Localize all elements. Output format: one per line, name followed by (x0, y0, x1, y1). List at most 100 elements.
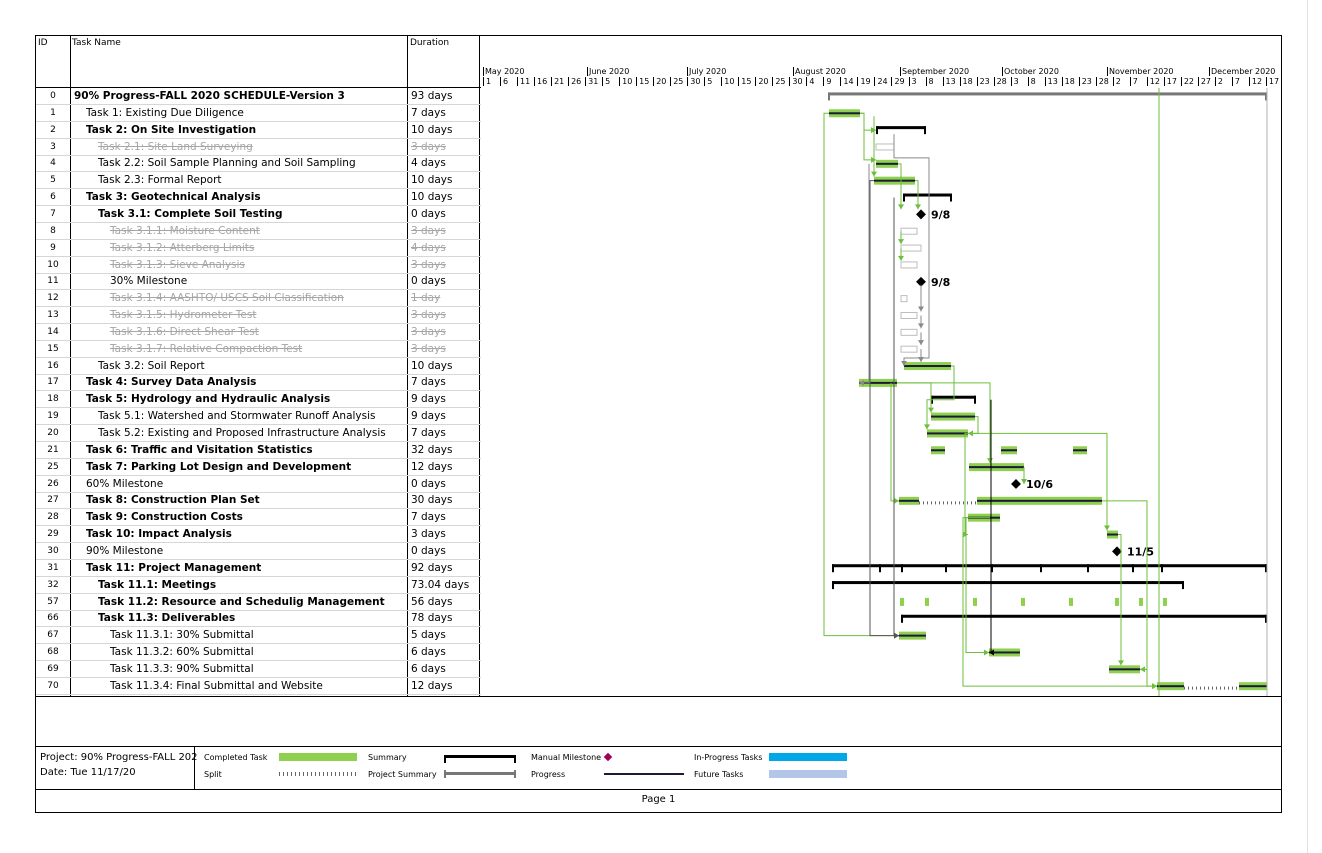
task-row[interactable]: 4 Task 2.2: Soil Sample Planning and Soil… (36, 155, 481, 173)
timescale-day: 8 (928, 77, 934, 86)
timescale-month-tick (793, 67, 794, 76)
timescale-day-tick (1265, 77, 1267, 86)
legend: Project: 90% Progress-FALL 202 Date: Tue… (36, 746, 1281, 791)
task-row[interactable]: 15 Task 3.1.7: Relative Compaction Test 3 … (36, 341, 481, 358)
dependency-link (890, 382, 899, 502)
task-row[interactable]: 0 90% Progress-FALL 2020 SCHEDULE-Version… (36, 88, 481, 105)
meeting-tick (1161, 564, 1163, 573)
task-row[interactable]: 25 Task 7: Parking Lot Design and Develop… (36, 459, 481, 476)
task-name: Task 6: Traffic and Visitation Statistic… (86, 443, 313, 456)
timescale-day: 1 (486, 77, 492, 86)
timescale-day-tick (976, 77, 978, 86)
task-name: Task 5: Hydrology and Hydraulic Analysis (86, 393, 331, 406)
timescale-day: 25 (673, 77, 684, 86)
task-name: Task 10: Impact Analysis (86, 528, 232, 541)
task-row[interactable]: 17 Task 4: Survey Data Analysis 7 days (36, 374, 481, 392)
timescale-day-tick (534, 77, 536, 86)
task-id: 21 (47, 444, 59, 455)
task-row[interactable]: 6 Task 3: Geotechnical Analysis 10 days (36, 189, 481, 207)
progress-line (931, 415, 975, 418)
timescale-day: 7 (1234, 77, 1240, 86)
task-duration: 3 days (411, 309, 446, 322)
timescale-day: 3 (911, 77, 917, 86)
summary-bar-cap (901, 614, 903, 623)
task-row[interactable]: 19 Task 5.1: Watershed and Stormwater Run… (36, 408, 481, 426)
task-row[interactable]: 70 Task 11.3.4: Final Submittal and Websi… (36, 678, 481, 695)
timescale-day-tick (551, 77, 553, 86)
task-name: Task 2.1: Site Land Surveying (98, 140, 253, 153)
task-row[interactable]: 7 Task 3.1: Complete Soil Testing 0 days (36, 206, 481, 223)
timescale-day-tick (585, 77, 587, 86)
task-row[interactable]: 9 Task 3.1.2: Atterberg Limits 4 days (36, 240, 481, 257)
timescale-day: 13 (1047, 77, 1058, 86)
task-row[interactable]: 20 Task 5.2: Existing and Proposed Infras… (36, 425, 481, 442)
task-row[interactable]: 10 Task 3.1.3: Sieve Analysis 3 days (36, 257, 481, 274)
task-row[interactable]: 3 Task 2.1: Site Land Surveying 3 days (36, 139, 481, 156)
task-duration: 3 days (411, 140, 446, 153)
timescale-day-tick (568, 77, 570, 86)
timescale-day-tick (1078, 77, 1080, 86)
task-name: Task 4: Survey Data Analysis (86, 376, 257, 389)
task-row[interactable]: 13 Task 3.1.5: Hydrometer Test 3 days (36, 307, 481, 325)
inactive-task-bar (900, 295, 908, 303)
timescale-day-tick (959, 77, 961, 86)
task-row[interactable]: 30 90% Milestone 0 days (36, 543, 481, 560)
progress-line (1109, 668, 1140, 671)
task-name: Task 11.2: Resource and Schedulig Manage… (98, 595, 385, 608)
timescale-day: 18 (1064, 77, 1075, 86)
task-row[interactable]: 69 Task 11.3.3: 90% Submittal 6 days (36, 661, 481, 678)
timescale-day: 27 (1200, 77, 1212, 86)
task-duration: 3 days (411, 224, 446, 237)
dependency-link-arrow (987, 458, 993, 464)
milestone-label: 9/8 (931, 276, 950, 289)
task-duration: 56 days (411, 595, 453, 608)
task-id: 66 (47, 613, 59, 624)
task-row[interactable]: 1 Task 1: Existing Due Diligence 7 days (36, 105, 481, 122)
timescale-day-tick (1010, 77, 1012, 86)
task-row[interactable]: 18 Task 5: Hydrology and Hydraulic Analys… (36, 391, 481, 409)
task-row[interactable]: 28 Task 9: Construction Costs 7 days (36, 509, 481, 527)
task-row[interactable]: 31 Task 11: Project Management 92 days (36, 560, 481, 577)
timescale-day: 8 (1030, 77, 1036, 86)
task-duration: 9 days (411, 393, 446, 406)
summary-bar-cap (950, 193, 952, 202)
timescale-day-tick (619, 77, 621, 86)
task-duration: 0 days (411, 207, 446, 220)
progress-line (1001, 449, 1017, 452)
task-name: Task 11.3: Deliverables (98, 612, 236, 625)
task-row[interactable]: 67 Task 11.3.1: 30% Submittal 5 days (36, 627, 481, 645)
task-row[interactable]: 12 Task 3.1.4: AASHTO/ USCS Soil Classifi… (36, 290, 481, 308)
task-row[interactable]: 21 Task 6: Traffic and Visitation Statist… (36, 442, 481, 459)
task-row[interactable]: 14 Task 3.1.6: Direct Shear Test 3 days (36, 324, 481, 341)
task-row[interactable]: 2 Task 2: On Site Investigation 10 days (36, 122, 481, 139)
progress-line (1157, 685, 1184, 688)
task-row[interactable]: 5 Task 2.3: Formal Report 10 days (36, 172, 481, 190)
task-id: 25 (47, 461, 59, 472)
dependency-link (823, 112, 899, 637)
meeting-tick (901, 564, 903, 573)
task-row[interactable]: 26 60% Milestone 0 days (36, 476, 481, 493)
dependency-link-inactive (859, 163, 870, 384)
task-name: Task 2.2: Soil Sample Planning and Soil … (98, 157, 356, 170)
legend-split-swatch (279, 772, 357, 776)
dependency-link-critical-arrow (894, 632, 899, 639)
timescale-month: December 2020 (1211, 67, 1276, 76)
progress-line (829, 112, 860, 115)
task-row[interactable]: 57 Task 11.2: Resource and Schedulig Mana… (36, 594, 481, 611)
task-row[interactable]: 8 Task 3.1.1: Moisture Content 3 days (36, 223, 481, 240)
timescale-day-tick (653, 77, 655, 86)
timescale-day-tick (840, 77, 842, 86)
timescale-month-tick (1002, 67, 1003, 76)
task-row[interactable]: 29 Task 10: Impact Analysis 3 days (36, 526, 481, 544)
task-duration: 4 days (411, 241, 446, 254)
task-row[interactable]: 32 Task 11.1: Meetings 73.04 days (36, 577, 481, 594)
task-id: 17 (47, 377, 59, 388)
task-row[interactable]: 66 Task 11.3: Deliverables 78 days (36, 610, 481, 628)
task-row[interactable]: 27 Task 8: Construction Plan Set 30 days (36, 492, 481, 510)
task-row[interactable]: 16 Task 3.2: Soil Report 10 days (36, 358, 481, 375)
task-row[interactable]: 11 30% Milestone 0 days (36, 273, 481, 291)
task-id: 27 (47, 495, 59, 506)
progress-line (904, 365, 951, 368)
timescale-day-tick (857, 77, 859, 86)
task-row[interactable]: 68 Task 11.3.2: 60% Submittal 6 days (36, 644, 481, 662)
